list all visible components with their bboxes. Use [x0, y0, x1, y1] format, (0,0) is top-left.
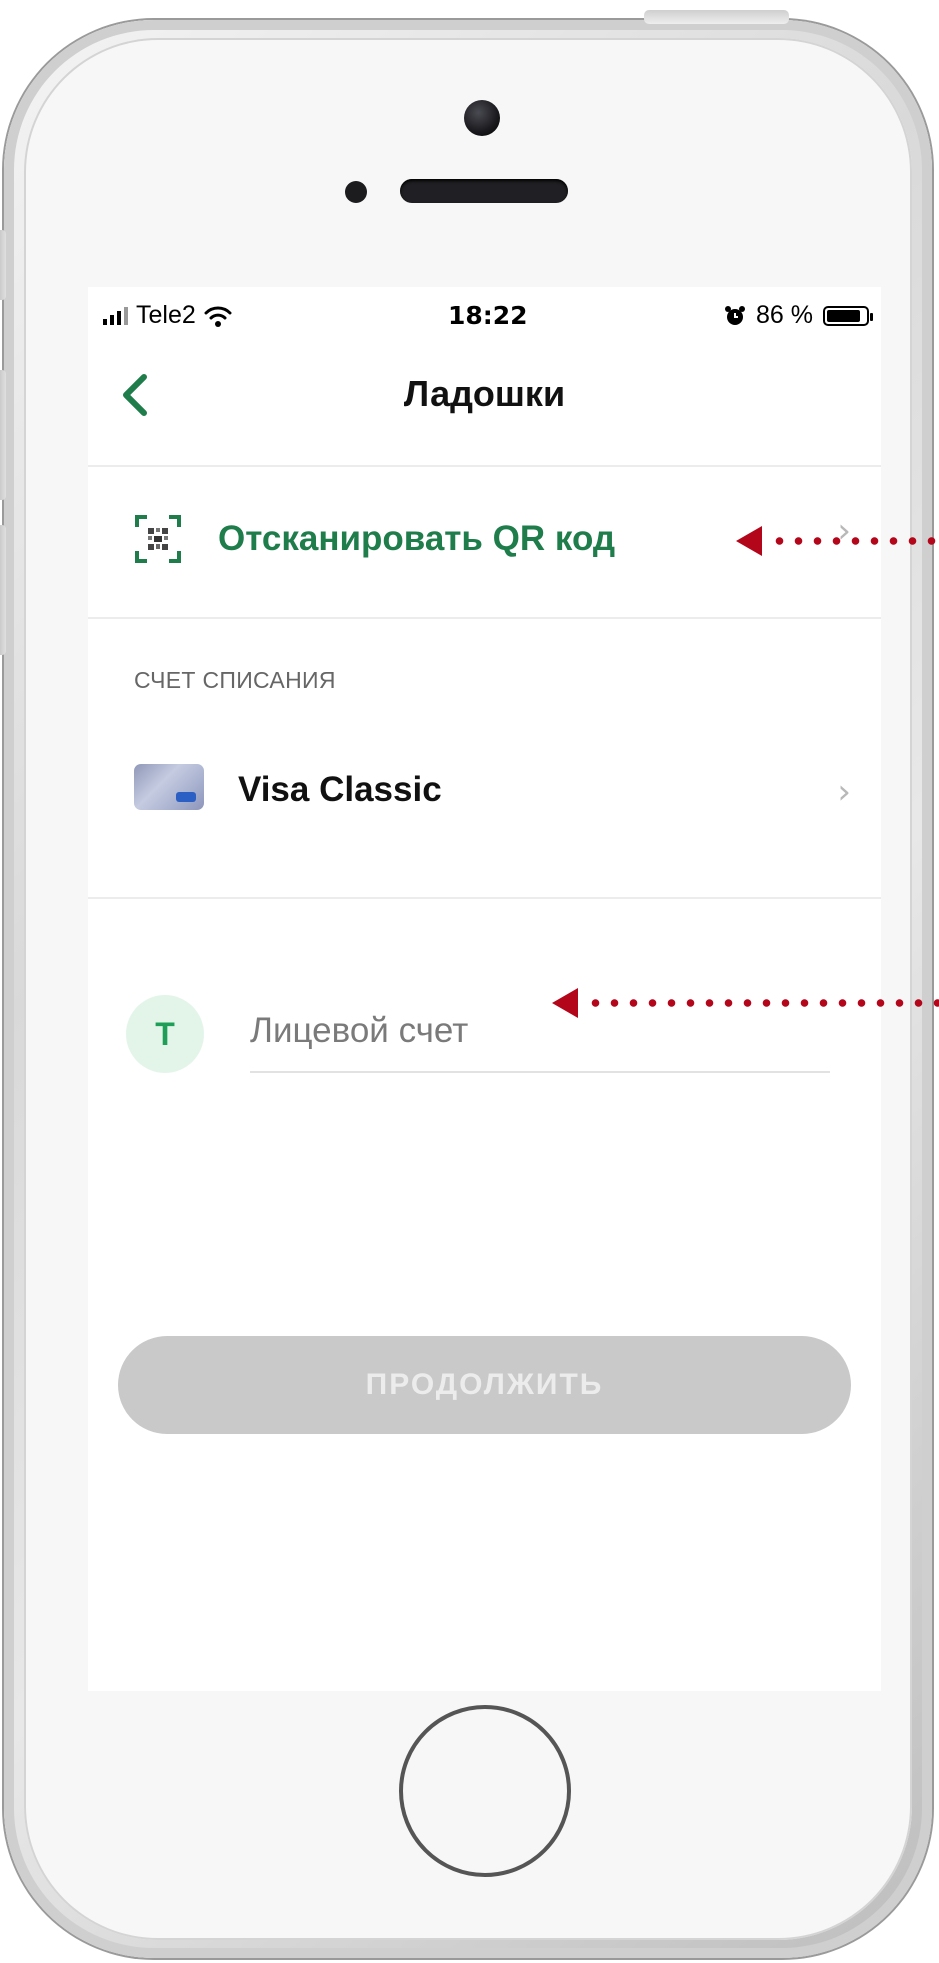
power-button: [644, 10, 789, 24]
arrowhead-icon: [736, 526, 762, 556]
chevron-right-icon: ›: [837, 772, 851, 812]
continue-button[interactable]: ПРОДОЛЖИТЬ: [118, 1336, 851, 1434]
front-camera: [464, 100, 500, 136]
home-button[interactable]: [399, 1705, 571, 1877]
volume-down-button: [0, 525, 6, 655]
debit-account-row[interactable]: Visa Classic ›: [88, 732, 881, 852]
arrowhead-icon: [552, 988, 578, 1018]
navigation-bar: Ладошки: [88, 337, 881, 465]
battery-fill: [827, 309, 860, 322]
avatar: Т: [126, 995, 204, 1073]
volume-up-button: [0, 370, 6, 500]
battery-percent: 86 %: [756, 301, 813, 329]
dotted-line: [586, 999, 939, 1007]
annotation-arrow-scan: [736, 526, 939, 556]
earpiece-speaker: [400, 179, 568, 203]
mute-switch: [0, 230, 6, 300]
status-left: Tele2: [103, 301, 232, 330]
divider: [88, 617, 881, 619]
qr-code-icon: [135, 515, 181, 563]
annotation-arrow-account: [552, 988, 939, 1018]
status-time: 18:22: [448, 301, 528, 330]
proximity-sensor: [345, 181, 367, 203]
status-bar: Tele2 18:22 86 %: [88, 287, 881, 337]
page-title: Ладошки: [403, 373, 566, 414]
alarm-icon: [725, 305, 746, 325]
status-right: 86 %: [724, 301, 873, 330]
battery-icon: [823, 305, 873, 326]
card-icon: [134, 764, 204, 810]
scan-qr-label: Отсканировать QR код: [218, 519, 616, 558]
divider: [88, 897, 881, 899]
dotted-line: [770, 537, 939, 545]
debit-account-name: Visa Classic: [238, 770, 442, 809]
signal-icon: [103, 306, 128, 325]
carrier-name: Tele2: [136, 301, 196, 329]
wifi-icon: [204, 306, 232, 327]
input-underline: [250, 1071, 830, 1073]
section-label-debit: СЧЕТ СПИСАНИЯ: [134, 667, 336, 693]
